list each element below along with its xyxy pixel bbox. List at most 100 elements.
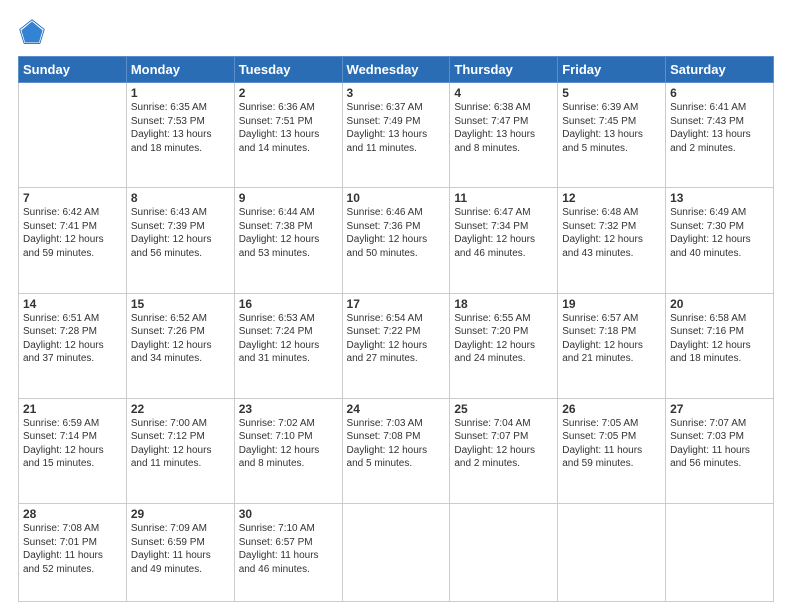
day-info: Sunrise: 6:47 AM Sunset: 7:34 PM Dayligh…	[454, 206, 553, 260]
calendar-cell: 11Sunrise: 6:47 AM Sunset: 7:34 PM Dayli…	[450, 188, 558, 293]
calendar-cell: 21Sunrise: 6:59 AM Sunset: 7:14 PM Dayli…	[19, 398, 127, 503]
day-info: Sunrise: 6:35 AM Sunset: 7:53 PM Dayligh…	[131, 101, 230, 155]
day-info: Sunrise: 6:43 AM Sunset: 7:39 PM Dayligh…	[131, 206, 230, 260]
day-number: 25	[454, 402, 553, 416]
day-number: 12	[562, 191, 661, 205]
day-number: 26	[562, 402, 661, 416]
logo-icon	[18, 18, 46, 46]
day-number: 14	[23, 297, 122, 311]
calendar-cell: 6Sunrise: 6:41 AM Sunset: 7:43 PM Daylig…	[666, 83, 774, 188]
day-info: Sunrise: 7:08 AM Sunset: 7:01 PM Dayligh…	[23, 522, 122, 576]
calendar-cell	[558, 504, 666, 602]
calendar-week-row: 21Sunrise: 6:59 AM Sunset: 7:14 PM Dayli…	[19, 398, 774, 503]
day-number: 16	[239, 297, 338, 311]
calendar-cell: 27Sunrise: 7:07 AM Sunset: 7:03 PM Dayli…	[666, 398, 774, 503]
day-number: 4	[454, 86, 553, 100]
calendar-cell: 23Sunrise: 7:02 AM Sunset: 7:10 PM Dayli…	[234, 398, 342, 503]
day-info: Sunrise: 6:57 AM Sunset: 7:18 PM Dayligh…	[562, 312, 661, 366]
calendar-cell: 26Sunrise: 7:05 AM Sunset: 7:05 PM Dayli…	[558, 398, 666, 503]
calendar-cell	[450, 504, 558, 602]
calendar-cell	[19, 83, 127, 188]
calendar-cell: 17Sunrise: 6:54 AM Sunset: 7:22 PM Dayli…	[342, 293, 450, 398]
day-info: Sunrise: 7:00 AM Sunset: 7:12 PM Dayligh…	[131, 417, 230, 471]
calendar-cell: 13Sunrise: 6:49 AM Sunset: 7:30 PM Dayli…	[666, 188, 774, 293]
weekday-header: Thursday	[450, 57, 558, 83]
weekday-header: Sunday	[19, 57, 127, 83]
day-number: 20	[670, 297, 769, 311]
day-number: 1	[131, 86, 230, 100]
weekday-header: Wednesday	[342, 57, 450, 83]
calendar-cell: 19Sunrise: 6:57 AM Sunset: 7:18 PM Dayli…	[558, 293, 666, 398]
day-info: Sunrise: 6:55 AM Sunset: 7:20 PM Dayligh…	[454, 312, 553, 366]
day-info: Sunrise: 7:07 AM Sunset: 7:03 PM Dayligh…	[670, 417, 769, 471]
calendar-cell: 25Sunrise: 7:04 AM Sunset: 7:07 PM Dayli…	[450, 398, 558, 503]
calendar-cell: 18Sunrise: 6:55 AM Sunset: 7:20 PM Dayli…	[450, 293, 558, 398]
day-number: 5	[562, 86, 661, 100]
day-info: Sunrise: 6:42 AM Sunset: 7:41 PM Dayligh…	[23, 206, 122, 260]
calendar-cell: 14Sunrise: 6:51 AM Sunset: 7:28 PM Dayli…	[19, 293, 127, 398]
day-info: Sunrise: 6:53 AM Sunset: 7:24 PM Dayligh…	[239, 312, 338, 366]
calendar-cell: 3Sunrise: 6:37 AM Sunset: 7:49 PM Daylig…	[342, 83, 450, 188]
day-number: 30	[239, 507, 338, 521]
calendar-week-row: 28Sunrise: 7:08 AM Sunset: 7:01 PM Dayli…	[19, 504, 774, 602]
header	[18, 18, 774, 46]
calendar-cell	[342, 504, 450, 602]
calendar-table: SundayMondayTuesdayWednesdayThursdayFrid…	[18, 56, 774, 602]
calendar-cell: 30Sunrise: 7:10 AM Sunset: 6:57 PM Dayli…	[234, 504, 342, 602]
calendar-cell: 9Sunrise: 6:44 AM Sunset: 7:38 PM Daylig…	[234, 188, 342, 293]
day-number: 21	[23, 402, 122, 416]
day-info: Sunrise: 6:39 AM Sunset: 7:45 PM Dayligh…	[562, 101, 661, 155]
day-number: 11	[454, 191, 553, 205]
day-info: Sunrise: 6:49 AM Sunset: 7:30 PM Dayligh…	[670, 206, 769, 260]
day-number: 15	[131, 297, 230, 311]
day-number: 10	[347, 191, 446, 205]
day-number: 29	[131, 507, 230, 521]
day-info: Sunrise: 6:44 AM Sunset: 7:38 PM Dayligh…	[239, 206, 338, 260]
calendar-cell: 22Sunrise: 7:00 AM Sunset: 7:12 PM Dayli…	[126, 398, 234, 503]
calendar-cell: 16Sunrise: 6:53 AM Sunset: 7:24 PM Dayli…	[234, 293, 342, 398]
day-info: Sunrise: 7:04 AM Sunset: 7:07 PM Dayligh…	[454, 417, 553, 471]
day-info: Sunrise: 7:09 AM Sunset: 6:59 PM Dayligh…	[131, 522, 230, 576]
calendar-cell: 10Sunrise: 6:46 AM Sunset: 7:36 PM Dayli…	[342, 188, 450, 293]
day-number: 7	[23, 191, 122, 205]
day-number: 3	[347, 86, 446, 100]
calendar-cell: 24Sunrise: 7:03 AM Sunset: 7:08 PM Dayli…	[342, 398, 450, 503]
day-number: 23	[239, 402, 338, 416]
day-number: 17	[347, 297, 446, 311]
day-info: Sunrise: 6:46 AM Sunset: 7:36 PM Dayligh…	[347, 206, 446, 260]
calendar-cell: 7Sunrise: 6:42 AM Sunset: 7:41 PM Daylig…	[19, 188, 127, 293]
weekday-header: Monday	[126, 57, 234, 83]
calendar-cell: 5Sunrise: 6:39 AM Sunset: 7:45 PM Daylig…	[558, 83, 666, 188]
calendar-week-row: 14Sunrise: 6:51 AM Sunset: 7:28 PM Dayli…	[19, 293, 774, 398]
calendar-week-row: 7Sunrise: 6:42 AM Sunset: 7:41 PM Daylig…	[19, 188, 774, 293]
calendar-cell: 29Sunrise: 7:09 AM Sunset: 6:59 PM Dayli…	[126, 504, 234, 602]
day-number: 24	[347, 402, 446, 416]
day-number: 8	[131, 191, 230, 205]
day-info: Sunrise: 6:51 AM Sunset: 7:28 PM Dayligh…	[23, 312, 122, 366]
day-number: 13	[670, 191, 769, 205]
weekday-header: Saturday	[666, 57, 774, 83]
day-info: Sunrise: 6:48 AM Sunset: 7:32 PM Dayligh…	[562, 206, 661, 260]
weekday-header: Tuesday	[234, 57, 342, 83]
calendar-cell: 1Sunrise: 6:35 AM Sunset: 7:53 PM Daylig…	[126, 83, 234, 188]
day-info: Sunrise: 7:10 AM Sunset: 6:57 PM Dayligh…	[239, 522, 338, 576]
day-info: Sunrise: 6:36 AM Sunset: 7:51 PM Dayligh…	[239, 101, 338, 155]
day-number: 27	[670, 402, 769, 416]
calendar-cell: 28Sunrise: 7:08 AM Sunset: 7:01 PM Dayli…	[19, 504, 127, 602]
day-info: Sunrise: 6:58 AM Sunset: 7:16 PM Dayligh…	[670, 312, 769, 366]
calendar-cell: 20Sunrise: 6:58 AM Sunset: 7:16 PM Dayli…	[666, 293, 774, 398]
day-number: 22	[131, 402, 230, 416]
day-info: Sunrise: 7:05 AM Sunset: 7:05 PM Dayligh…	[562, 417, 661, 471]
day-info: Sunrise: 7:03 AM Sunset: 7:08 PM Dayligh…	[347, 417, 446, 471]
day-info: Sunrise: 6:52 AM Sunset: 7:26 PM Dayligh…	[131, 312, 230, 366]
calendar-cell	[666, 504, 774, 602]
calendar-cell: 8Sunrise: 6:43 AM Sunset: 7:39 PM Daylig…	[126, 188, 234, 293]
weekday-header: Friday	[558, 57, 666, 83]
day-info: Sunrise: 6:54 AM Sunset: 7:22 PM Dayligh…	[347, 312, 446, 366]
day-number: 28	[23, 507, 122, 521]
day-number: 9	[239, 191, 338, 205]
day-info: Sunrise: 6:38 AM Sunset: 7:47 PM Dayligh…	[454, 101, 553, 155]
day-number: 6	[670, 86, 769, 100]
calendar-cell: 2Sunrise: 6:36 AM Sunset: 7:51 PM Daylig…	[234, 83, 342, 188]
day-info: Sunrise: 6:37 AM Sunset: 7:49 PM Dayligh…	[347, 101, 446, 155]
